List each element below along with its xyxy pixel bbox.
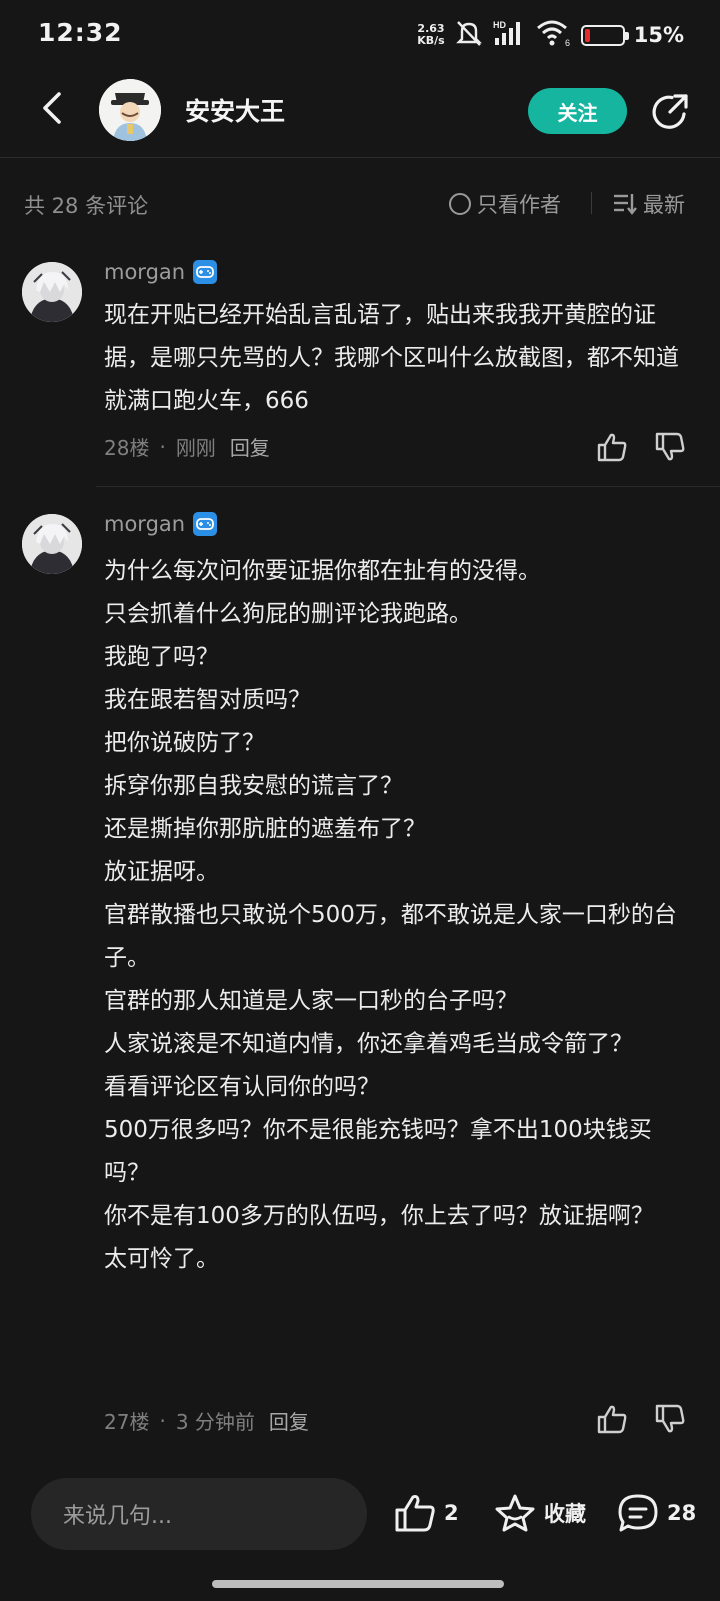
commenter-info: morgan <box>104 260 218 284</box>
battery-level <box>584 28 590 42</box>
favorite-button[interactable]: 收藏 <box>494 1493 586 1533</box>
comment-line: 为什么每次问你要证据你都在扯有的没得。 <box>104 558 541 584</box>
battery-tip <box>624 31 629 40</box>
comment-bubble-icon <box>618 1494 658 1532</box>
home-indicator[interactable] <box>212 1580 504 1588</box>
signal-hd-label: HD <box>493 20 506 30</box>
share-button[interactable] <box>650 92 690 132</box>
reply-button[interactable]: 回复 <box>230 432 270 461</box>
battery-icon <box>580 24 629 46</box>
radio-circle-icon <box>449 193 471 215</box>
network-speed: 2.63 KB/s <box>417 23 444 47</box>
sort-newest-button[interactable]: 最新 <box>613 189 685 219</box>
status-bar: 12:32 2.63 KB/s HD 6 15% <box>0 0 720 70</box>
comment-count-label: 共 28 条评论 <box>24 194 149 218</box>
comment-line: 你不是有100多万的队伍吗，你上去了吗？放证据啊？ <box>104 1203 654 1229</box>
status-time: 12:32 <box>38 18 123 47</box>
thumb-up-icon[interactable] <box>596 1404 628 1438</box>
filter-divider <box>591 192 592 214</box>
comment-item: morgan 为什么每次问你要证据你都在扯有的没得。 只会抓着什么狗屁的删评论我… <box>0 508 720 1458</box>
post-detail-screen: 12:32 2.63 KB/s HD 6 15% 安安大王 关注 共 28 条评… <box>0 0 720 1601</box>
thumb-up-icon[interactable] <box>596 432 628 466</box>
comment-divider <box>96 486 720 487</box>
comment-button[interactable]: 28 <box>617 1493 696 1533</box>
comment-time: 刚刚 <box>175 436 216 460</box>
comment-text: 现在开贴已经开始乱言乱语了，贴出来我我开黄腔的证据，是哪只先骂的人？我哪个区叫什… <box>104 294 689 423</box>
author-avatar-image <box>99 79 161 141</box>
star-icon <box>495 1494 535 1532</box>
share-icon <box>652 94 688 129</box>
commenter-avatar[interactable] <box>22 514 82 574</box>
sort-label: 最新 <box>643 193 685 217</box>
comment-line: 还是撕掉你那肮脏的遮羞布了？ <box>104 816 426 842</box>
wifi-sub-label: 6 <box>565 38 570 47</box>
network-speed-unit: KB/s <box>417 34 445 47</box>
status-icons: 2.63 KB/s HD 6 15% <box>417 20 684 50</box>
comment-line: 官群散播也只敢说个500万，都不敢说是人家一口秒的台子。 <box>104 902 677 971</box>
comment-actions <box>596 432 686 466</box>
thumb-up-icon <box>395 1495 435 1532</box>
game-controller-icon <box>193 260 218 284</box>
comment-line: 太可怜了。 <box>104 1246 219 1272</box>
floor-number: 27楼 <box>104 1410 150 1434</box>
comment-meta: 27楼 · 3 分钟前 回复 <box>104 1406 309 1435</box>
author-avatar[interactable] <box>99 79 161 141</box>
top-nav-bar: 安安大王 关注 <box>0 70 720 158</box>
game-controller-icon <box>193 512 218 536</box>
meta-separator: · <box>159 1408 166 1433</box>
meta-separator: · <box>159 434 166 459</box>
sort-lines-icon <box>614 194 637 215</box>
commenter-info: morgan <box>104 512 218 536</box>
only-author-toggle[interactable]: 只看作者 <box>449 189 561 219</box>
commenter-avatar-image <box>22 514 82 574</box>
comment-line: 人家说滚是不知道内情，你还拿着鸡毛当成令箭了？ <box>104 1031 633 1057</box>
favorite-label: 收藏 <box>544 1502 586 1526</box>
comment-line: 只会抓着什么狗屁的删评论我跑路。 <box>104 601 472 627</box>
battery-percent: 15% <box>633 23 684 47</box>
like-button[interactable]: 2 <box>394 1493 459 1533</box>
commenter-avatar[interactable] <box>22 262 82 322</box>
bottom-action-bar: 来说几句... 2 收藏 28 <box>0 1458 720 1601</box>
comment-meta: 28楼 · 刚刚 回复 <box>104 432 270 461</box>
comment-line: 我在跟若智对质吗？ <box>104 687 311 713</box>
like-count: 2 <box>444 1501 459 1525</box>
comment-input[interactable]: 来说几句... <box>31 1478 367 1550</box>
floor-number: 28楼 <box>104 436 150 460</box>
comment-line: 看看评论区有认同你的吗？ <box>104 1074 380 1100</box>
comment-line: 现在开贴已经开始乱言乱语了，贴出来我我开黄腔的证据，是哪只先骂的人？我哪个区叫什… <box>104 302 679 414</box>
thumb-down-icon[interactable] <box>654 432 686 466</box>
comment-filter-row: 共 28 条评论 只看作者 最新 <box>0 186 720 222</box>
only-author-label: 只看作者 <box>477 193 561 217</box>
comment-line: 官群的那人知道是人家一口秒的台子吗？ <box>104 988 518 1014</box>
mute-icon <box>454 19 484 51</box>
reply-button[interactable]: 回复 <box>269 1406 309 1435</box>
commenter-username[interactable]: morgan <box>104 512 185 536</box>
comment-text: 为什么每次问你要证据你都在扯有的没得。 只会抓着什么狗屁的删评论我跑路。 我跑了… <box>104 550 689 1281</box>
back-button[interactable] <box>32 88 72 128</box>
follow-button[interactable]: 关注 <box>528 88 627 134</box>
comment-actions <box>596 1404 686 1438</box>
thumb-down-icon[interactable] <box>654 1404 686 1438</box>
comment-line: 把你说破防了？ <box>104 730 265 756</box>
chevron-left-icon <box>43 92 61 124</box>
cellular-signal-icon: HD <box>493 19 527 51</box>
commenter-username[interactable]: morgan <box>104 260 185 284</box>
author-name[interactable]: 安安大王 <box>185 92 285 128</box>
comment-line: 500万很多吗？你不是很能充钱吗？拿不出100块钱买吗？ <box>104 1117 652 1186</box>
comment-item: morgan 现在开贴已经开始乱言乱语了，贴出来我我开黄腔的证据，是哪只先骂的人… <box>0 258 720 498</box>
wifi-icon: 6 <box>536 19 572 51</box>
comment-line: 放证据呀。 <box>104 859 219 885</box>
comment-time: 3 分钟前 <box>175 1410 255 1434</box>
comment-count: 28 <box>667 1501 697 1525</box>
comment-line: 我跑了吗？ <box>104 644 219 670</box>
commenter-avatar-image <box>22 262 82 322</box>
comment-line: 拆穿你那自我安慰的谎言了？ <box>104 773 403 799</box>
